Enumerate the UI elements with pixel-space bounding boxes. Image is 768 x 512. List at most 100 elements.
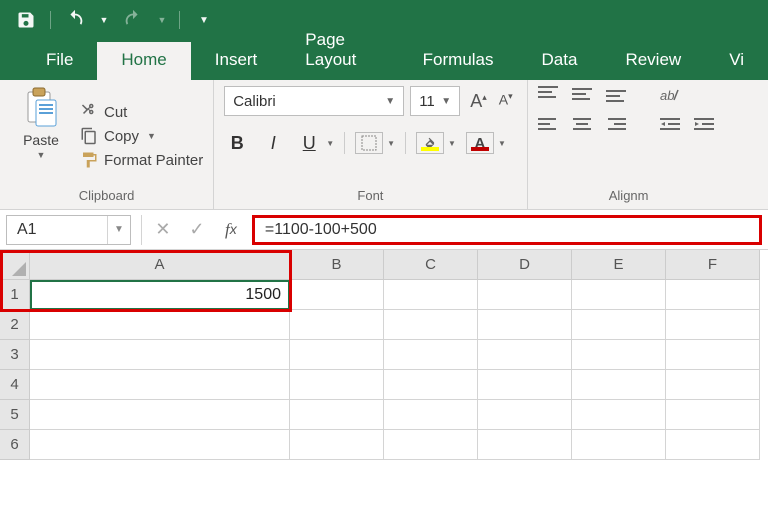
cell-a1[interactable]: 1500 [30, 280, 290, 310]
cell-e6[interactable] [572, 430, 666, 460]
font-color-dropdown-icon[interactable]: ▼ [498, 139, 506, 148]
italic-button[interactable]: I [260, 133, 286, 154]
cell-f1[interactable] [666, 280, 760, 310]
increase-font-size-button[interactable]: A▴ [466, 89, 491, 114]
select-all-corner[interactable] [0, 250, 30, 280]
cell-e4[interactable] [572, 370, 666, 400]
decrease-indent-button[interactable] [660, 116, 686, 138]
chevron-down-icon[interactable]: ▼ [379, 96, 395, 107]
align-bottom-button[interactable] [606, 86, 632, 108]
cut-button[interactable]: Cut [80, 103, 203, 121]
cell-e5[interactable] [572, 400, 666, 430]
cell-a2[interactable] [30, 310, 290, 340]
align-right-button[interactable] [606, 116, 632, 138]
cell-c2[interactable] [384, 310, 478, 340]
cell-c3[interactable] [384, 340, 478, 370]
cell-d2[interactable] [478, 310, 572, 340]
paste-button[interactable]: Paste ▼ [10, 86, 72, 186]
column-header-e[interactable]: E [572, 250, 666, 280]
cell-f5[interactable] [666, 400, 760, 430]
column-header-c[interactable]: C [384, 250, 478, 280]
name-box-dropdown-icon[interactable]: ▼ [107, 216, 130, 244]
save-icon[interactable] [14, 8, 38, 32]
cell-b3[interactable] [290, 340, 384, 370]
underline-button[interactable]: U [296, 133, 322, 154]
column-header-b[interactable]: B [290, 250, 384, 280]
tab-file[interactable]: File [22, 42, 97, 80]
cell-f3[interactable] [666, 340, 760, 370]
insert-function-button[interactable]: fx [214, 215, 248, 245]
cell-b2[interactable] [290, 310, 384, 340]
row-header-2[interactable]: 2 [0, 310, 30, 340]
cell-c6[interactable] [384, 430, 478, 460]
cancel-formula-button[interactable]: ✕ [146, 215, 180, 245]
row-header-3[interactable]: 3 [0, 340, 30, 370]
cell-a5[interactable] [30, 400, 290, 430]
align-center-button[interactable] [572, 116, 598, 138]
cell-e1[interactable] [572, 280, 666, 310]
tab-formulas[interactable]: Formulas [399, 42, 518, 80]
fill-color-button[interactable] [416, 132, 444, 154]
tab-home[interactable]: Home [97, 42, 190, 80]
cell-d1[interactable] [478, 280, 572, 310]
column-header-a[interactable]: A [30, 250, 290, 280]
cell-b1[interactable] [290, 280, 384, 310]
cell-f4[interactable] [666, 370, 760, 400]
increase-indent-button[interactable] [694, 116, 720, 138]
orientation-button[interactable]: ab [660, 86, 686, 108]
borders-button[interactable] [355, 132, 383, 154]
cell-b6[interactable] [290, 430, 384, 460]
redo-dropdown-icon[interactable]: ▼ [157, 8, 167, 32]
tab-review[interactable]: Review [601, 42, 705, 80]
redo-icon[interactable] [121, 8, 145, 32]
column-header-d[interactable]: D [478, 250, 572, 280]
borders-dropdown-icon[interactable]: ▼ [387, 139, 395, 148]
copy-button[interactable]: Copy ▼ [80, 127, 203, 145]
paste-dropdown-icon[interactable]: ▼ [37, 150, 46, 160]
undo-icon[interactable] [63, 8, 87, 32]
fill-color-dropdown-icon[interactable]: ▼ [448, 139, 456, 148]
cell-c4[interactable] [384, 370, 478, 400]
bold-button[interactable]: B [224, 133, 250, 154]
cell-d6[interactable] [478, 430, 572, 460]
cell-c5[interactable] [384, 400, 478, 430]
cell-f2[interactable] [666, 310, 760, 340]
row-header-1[interactable]: 1 [0, 280, 30, 310]
row-header-5[interactable]: 5 [0, 400, 30, 430]
align-top-button[interactable] [538, 86, 564, 108]
customize-qat-dropdown-icon[interactable]: ▼ [192, 8, 216, 32]
cell-a4[interactable] [30, 370, 290, 400]
cell-b5[interactable] [290, 400, 384, 430]
align-left-button[interactable] [538, 116, 564, 138]
cell-d5[interactable] [478, 400, 572, 430]
font-color-button[interactable]: A [466, 132, 494, 154]
column-header-f[interactable]: F [666, 250, 760, 280]
name-box[interactable] [7, 221, 107, 239]
tab-data[interactable]: Data [518, 42, 602, 80]
formula-input[interactable] [252, 215, 762, 245]
cell-a3[interactable] [30, 340, 290, 370]
font-size-select[interactable]: 11 ▼ [410, 86, 460, 116]
tab-view[interactable]: Vi [705, 42, 768, 80]
cell-d3[interactable] [478, 340, 572, 370]
cell-f6[interactable] [666, 430, 760, 460]
align-middle-button[interactable] [572, 86, 598, 108]
underline-dropdown-icon[interactable]: ▼ [326, 139, 334, 148]
format-painter-button[interactable]: Format Painter [80, 151, 203, 169]
cell-e3[interactable] [572, 340, 666, 370]
tab-insert[interactable]: Insert [191, 42, 282, 80]
cell-e2[interactable] [572, 310, 666, 340]
decrease-font-size-button[interactable]: A▾ [495, 89, 517, 114]
cell-b4[interactable] [290, 370, 384, 400]
enter-formula-button[interactable]: ✓ [180, 215, 214, 245]
row-header-4[interactable]: 4 [0, 370, 30, 400]
cell-c1[interactable] [384, 280, 478, 310]
copy-dropdown-icon[interactable]: ▼ [147, 131, 156, 141]
undo-dropdown-icon[interactable]: ▼ [99, 8, 109, 32]
font-name-select[interactable]: Calibri ▼ [224, 86, 404, 116]
chevron-down-icon[interactable]: ▼ [435, 96, 451, 107]
tab-page-layout[interactable]: Page Layout [281, 22, 398, 80]
row-header-6[interactable]: 6 [0, 430, 30, 460]
cell-a6[interactable] [30, 430, 290, 460]
cell-d4[interactable] [478, 370, 572, 400]
